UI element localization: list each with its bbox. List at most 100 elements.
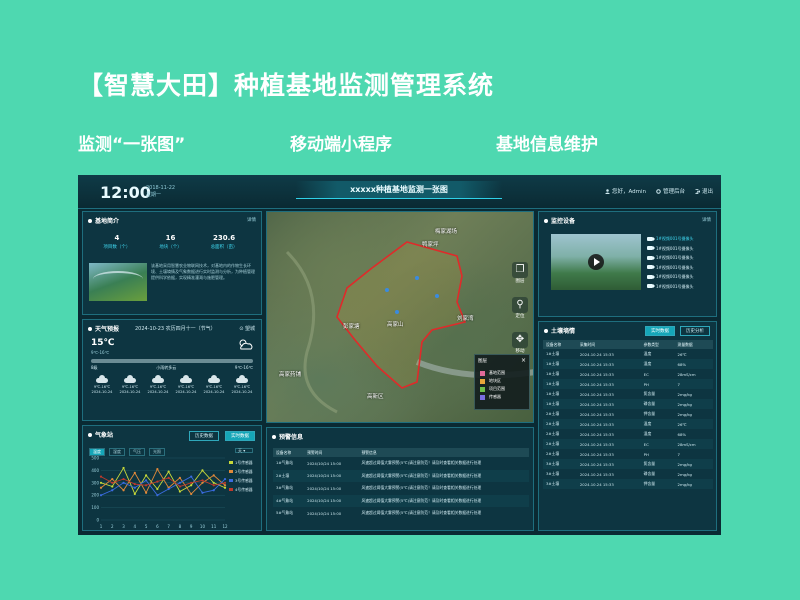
table-row[interactable]: 1#土壤 2024.10.24 15:33 湿度 68% (543, 359, 713, 369)
sensor-marker[interactable] (395, 310, 399, 314)
forecast-date: 2024-10-24 (203, 390, 225, 394)
base-stats: 4 项目数（个） 16 地块（个） 230.6 总面积（亩） (89, 234, 252, 250)
table-cell: 氮含量 (643, 391, 656, 396)
table-row[interactable]: 4#气象站 2024/10/24 15:00 风速超过阈值大雾预警(5℃)请注意防范… (273, 494, 529, 507)
table-row[interactable]: 1#土壤 2024.10.24 15:33 磷含量 2mg/kg (543, 399, 713, 409)
table-cell: 风速超过阈值大雾预警(5℃)请注意防范！请及时查看相关数据进行处理 (361, 460, 482, 466)
table-row[interactable]: 2#土壤 2024.10.24 15:33 EC 28mS/cm (543, 439, 713, 449)
date-line-1: 2018-11-22 (146, 185, 176, 191)
base-intro-panel: 基地简介 详情 4 项目数（个） 16 地块（个） 230.6 总面积（亩） 该基地采… (82, 211, 262, 315)
table-cell: 2024.10.24 15:33 (576, 479, 641, 489)
map-legend-label: 项目范围 (489, 386, 505, 391)
soil-realtime-button[interactable]: 实时数据 (645, 326, 675, 336)
table-row[interactable]: 1#土壤 2024.10.24 15:33 PH 7 (543, 379, 713, 389)
data-point (223, 481, 227, 484)
bullet-icon (88, 326, 92, 331)
legend-swatch (480, 378, 485, 384)
table-row[interactable]: 2#土壤 2024.10.24 15:33 钾含量 2mg/kg (543, 409, 713, 419)
monitor-title-text: 监控设备 (551, 218, 576, 225)
table-row[interactable]: 1#土壤 2024.10.24 15:33 温度 26℃ (543, 349, 713, 359)
table-cell: PH (640, 379, 675, 389)
soil-title-text: 土壤墒情 (551, 328, 576, 335)
base-intro-more-link[interactable]: 详情 (247, 217, 256, 223)
table-cell: 3#土壤 (543, 459, 577, 469)
play-icon[interactable] (588, 254, 604, 270)
data-point (144, 484, 148, 487)
table-cell: 2#土壤 (546, 431, 560, 436)
camera-item[interactable]: 1#视频001号摄像头 (647, 282, 694, 292)
air-quality-row: 8级 小雨转多云 9℃-16℃ (91, 365, 253, 371)
table-row[interactable]: 3#土壤 2024.10.24 15:33 氮含量 2mg/kg (543, 459, 713, 469)
x-tick-label: 3 (122, 524, 125, 529)
map-legend-item[interactable]: 项目范围 (480, 385, 505, 393)
table-cell: 68% (674, 359, 713, 369)
clock: 12:00 (100, 183, 151, 202)
x-tick-label: 4 (134, 524, 137, 529)
table-row[interactable]: 1#土壤 2024.10.24 15:33 氮含量 2mg/kg (543, 389, 713, 399)
soil-table: 设备名称 采集时间 参数类型 测量数据 1#土壤 2024.10.24 15:33… (543, 340, 713, 489)
monitor-panel: 监控设备 详情 1#视频001号摄像头 1#视频001号摄像头 1#视频001号… (538, 211, 717, 317)
table-header-row: 设备名称 预警时间 预警信息 (273, 448, 529, 457)
map-tool-locate[interactable]: ⚲ 定位 (511, 297, 529, 319)
table-cell: 7 (674, 379, 713, 389)
column-header: 预警时间 (304, 448, 359, 457)
sensor-marker[interactable] (435, 294, 439, 298)
table-row[interactable]: 2#土壤 2024.10.24 15:33 温度 26℃ (543, 419, 713, 429)
camera-item[interactable]: 1#视频001号摄像头 (647, 253, 694, 263)
table-cell: 3#土壤 (543, 479, 577, 489)
alerts-title: 预警信息 (272, 432, 303, 441)
x-tick-label: 7 (167, 524, 170, 529)
soil-history-button[interactable]: 历史分析 (680, 326, 710, 336)
table-row[interactable]: 1#土壤 2024.10.24 15:33 EC 28mS/cm (543, 369, 713, 379)
satellite-map[interactable]: 梅家湖场 鸭家坪 彭家塘 高家山 刘家湾 高家药铺 高新区 ❐ 图层 ⚲ 定位 ✥ 移… (266, 211, 534, 423)
user-menu[interactable]: 您好，Admin (604, 187, 646, 195)
table-cell: 1#土壤 (543, 359, 577, 369)
weather-title-text: 天气预报 (95, 326, 120, 333)
data-point (178, 481, 182, 484)
table-row[interactable]: 5#气象站 2024/10/24 15:00 风速超过阈值大雾预警(5℃)请注意防范… (273, 507, 529, 520)
realtime-data-button[interactable]: 实时数据 (225, 431, 255, 441)
legend-item: 4号传感器 (229, 485, 253, 494)
legend-swatch (480, 370, 485, 376)
table-cell: 7 (677, 451, 680, 457)
history-data-button[interactable]: 历史数据 (189, 431, 219, 441)
data-point (190, 475, 193, 478)
map-legend-item[interactable]: 基地范围 (480, 369, 505, 377)
sensor-marker[interactable] (415, 276, 419, 280)
bullet-icon (272, 434, 276, 439)
monitor-more-link[interactable]: 详情 (702, 217, 711, 223)
video-player[interactable] (551, 234, 641, 290)
map-place-label: 高新区 (367, 394, 384, 400)
dashboard-header: 12:00 2018-11-22 星期一 xxxxx种植基地监测一张图 您好，A… (78, 175, 721, 209)
map-tool-layers[interactable]: ❐ 图层 (511, 262, 529, 284)
stat-label: 总面积（亩） (210, 245, 238, 250)
admin-link[interactable]: 管理后台 (656, 187, 685, 195)
table-row[interactable]: 2#土壤 2024/10/24 15:00 风速超过阈值大雾预警(5℃)请注意防范！… (273, 469, 529, 482)
stat-area: 230.6 总面积（亩） (211, 234, 238, 250)
close-icon[interactable]: × (521, 357, 526, 364)
table-row[interactable]: 2#土壤 2024.10.24 15:33 PH 7 (543, 449, 713, 459)
map-legend-item[interactable]: 地块区 (480, 377, 505, 385)
map-legend-item[interactable]: 传感器 (480, 393, 505, 401)
sensor-marker[interactable] (385, 288, 389, 292)
table-row[interactable]: 1#气象站 2024/10/24 15:00 风速超过阈值大雾预警(5℃)请注意防范… (273, 457, 529, 470)
map-tool-move[interactable]: ✥ 移动 (511, 332, 529, 354)
weather-city[interactable]: ⊙ 望城 (239, 325, 255, 332)
camera-item[interactable]: 1#视频001号摄像头 (647, 272, 694, 282)
table-cell: 2#土壤 (546, 411, 560, 416)
period-select[interactable]: 天 ▾ (235, 448, 253, 453)
camera-item[interactable]: 1#视频001号摄像头 (647, 263, 694, 273)
table-cell: 3#土壤 (546, 471, 560, 476)
table-row[interactable]: 3#土壤 2024.10.24 15:33 钾含量 2mg/kg (543, 479, 713, 489)
logout-button[interactable]: 退出 (695, 187, 713, 195)
map-legend-items: 基地范围 地块区 项目范围 传感器 (480, 369, 505, 401)
station-title: 气象站 (88, 430, 113, 439)
column-header: 参数类型 (640, 340, 675, 349)
cloud-icon (179, 375, 193, 383)
table-row[interactable]: 3#土壤 2024.10.24 15:33 磷含量 2mg/kg (543, 469, 713, 479)
camera-item[interactable]: 1#视频001号摄像头 (647, 244, 694, 254)
table-row[interactable]: 2#土壤 2024.10.24 15:33 湿度 68% (543, 429, 713, 439)
table-cell: 26℃ (674, 419, 713, 429)
camera-item[interactable]: 1#视频001号摄像头 (647, 234, 694, 244)
table-row[interactable]: 3#气象站 2024/10/24 15:00 风速超过阈值大雾预警(5℃)请注意防范… (273, 482, 529, 495)
